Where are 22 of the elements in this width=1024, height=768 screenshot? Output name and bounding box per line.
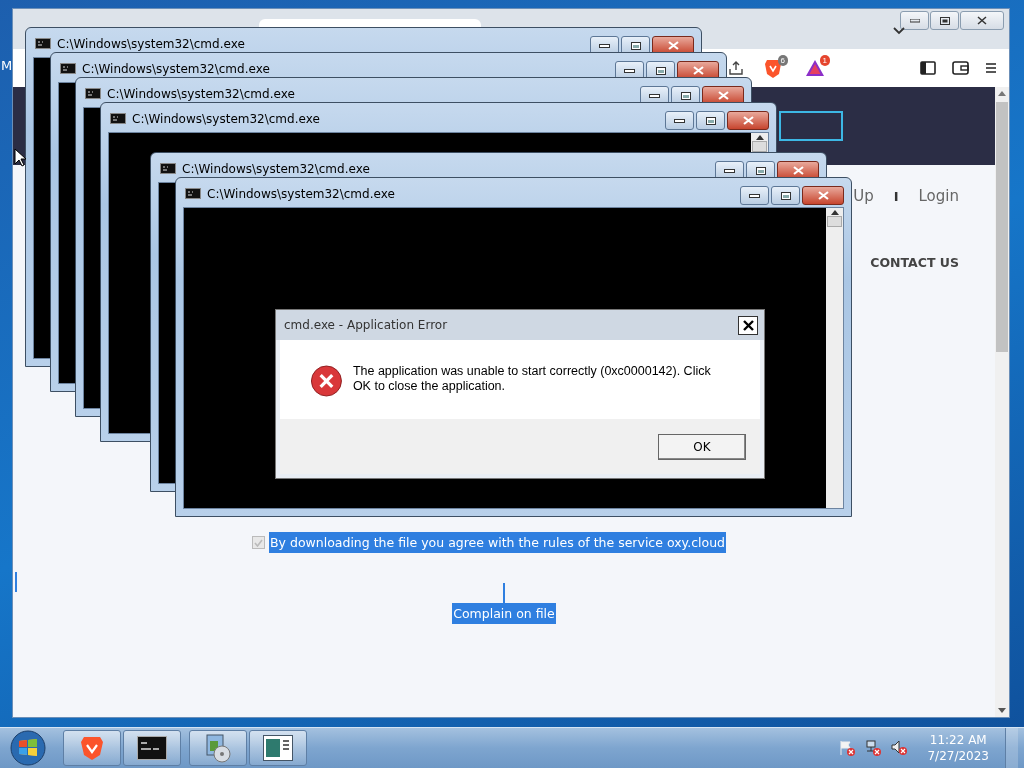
clock-time: 11:22 AM <box>929 733 987 747</box>
window-title: C:\Windows\system32\cmd.exe <box>182 161 371 176</box>
ok-button[interactable]: OK <box>658 433 746 460</box>
window-title: C:\Windows\system32\cmd.exe <box>107 86 296 101</box>
toolbar-icon-button[interactable]: 1 <box>802 55 828 81</box>
nav-separator: I <box>893 188 899 204</box>
desktop-label: M <box>1 58 13 73</box>
clock-date: 7/27/2023 <box>927 749 989 763</box>
agreement-text: By downloading the file you agree with the rules of the service oxy.cloud <box>269 532 726 553</box>
window-title: C:\Windows\system32\cmd.exe <box>132 111 321 126</box>
menu-link[interactable]: CONTACT US <box>870 255 959 270</box>
window-title: C:\Windows\system32\cmd.exe <box>82 61 271 76</box>
complain-link[interactable]: Complain on file <box>452 603 556 624</box>
error-message: The application was unable to start correctly (0xc0000142). Click OK to close the application. <box>352 364 712 394</box>
dialog-title: cmd.exe - Application Error <box>284 318 448 332</box>
window-title: C:\Windows\system32\cmd.exe <box>57 36 246 51</box>
count-badge: 6 <box>777 55 788 66</box>
nav-link[interactable]: Up <box>853 187 874 205</box>
window-title: C:\Windows\system32\cmd.exe <box>207 186 396 201</box>
toolbar-icon-button[interactable]: 6 <box>760 55 786 81</box>
count-badge: 1 <box>819 55 830 66</box>
nav-link[interactable]: Login <box>918 187 959 205</box>
